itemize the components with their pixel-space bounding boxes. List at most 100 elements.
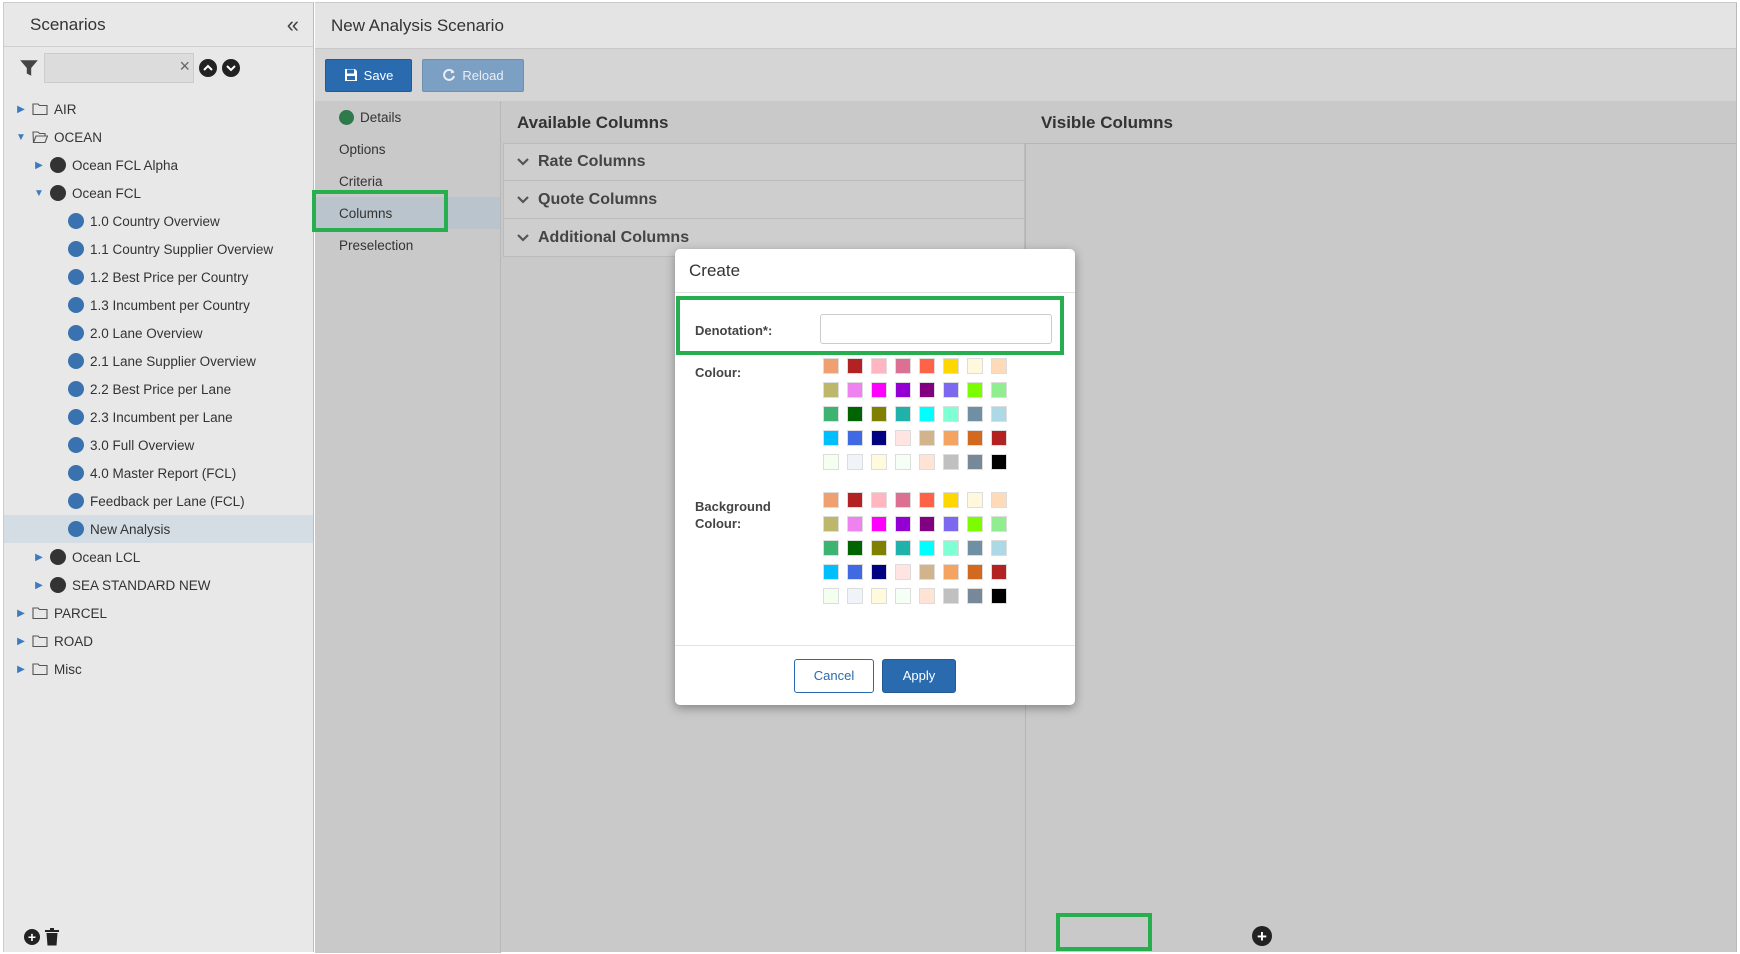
colour-swatch[interactable] [871, 406, 887, 422]
colour-swatch[interactable] [919, 430, 935, 446]
tree-item[interactable]: New Analysis [4, 515, 313, 543]
background-colour-swatch[interactable] [919, 540, 935, 556]
nav-criteria[interactable]: Criteria [315, 165, 500, 197]
caret-right-icon[interactable]: ▶ [14, 606, 28, 620]
colour-swatch[interactable] [871, 358, 887, 374]
background-colour-swatch[interactable] [919, 516, 935, 532]
background-colour-swatch[interactable] [991, 516, 1007, 532]
tree-item[interactable]: 2.1 Lane Supplier Overview [4, 347, 313, 375]
nav-details[interactable]: Details [315, 101, 500, 133]
background-colour-swatch[interactable] [847, 540, 863, 556]
background-colour-swatch[interactable] [991, 540, 1007, 556]
filter-icon[interactable] [18, 57, 40, 79]
background-colour-swatch[interactable] [991, 588, 1007, 604]
nav-columns[interactable]: Columns [315, 197, 500, 229]
tree-item[interactable]: ▶ Ocean LCL [4, 543, 313, 571]
colour-swatch[interactable] [871, 454, 887, 470]
tree-item[interactable]: 2.0 Lane Overview [4, 319, 313, 347]
save-button[interactable]: Save [325, 58, 412, 92]
tree-item[interactable]: ▶ Misc [4, 655, 313, 683]
caret-right-icon[interactable]: ▶ [32, 158, 46, 172]
expand-down-icon[interactable] [222, 59, 240, 77]
tree-item[interactable]: ▶ Ocean FCL Alpha [4, 151, 313, 179]
background-colour-swatch[interactable] [871, 492, 887, 508]
caret-right-icon[interactable]: ▶ [14, 634, 28, 648]
colour-swatch[interactable] [943, 454, 959, 470]
colour-swatch[interactable] [991, 358, 1007, 374]
colour-swatch[interactable] [919, 406, 935, 422]
caret-right-icon[interactable]: ▶ [14, 102, 28, 116]
background-colour-swatch[interactable] [967, 492, 983, 508]
colour-swatch[interactable] [895, 454, 911, 470]
colour-swatch[interactable] [991, 406, 1007, 422]
colour-swatch[interactable] [943, 406, 959, 422]
colour-swatch[interactable] [967, 358, 983, 374]
trash-icon[interactable] [44, 928, 60, 946]
nav-options[interactable]: Options [315, 133, 500, 165]
group-quote-columns[interactable]: Quote Columns [503, 181, 1025, 219]
background-colour-swatch[interactable] [895, 492, 911, 508]
tree-item[interactable]: 1.0 Country Overview [4, 207, 313, 235]
caret-down-icon[interactable]: ▼ [32, 186, 46, 200]
background-colour-swatch[interactable] [967, 564, 983, 580]
apply-button[interactable]: Apply [882, 658, 956, 693]
colour-swatch[interactable] [871, 382, 887, 398]
caret-right-icon[interactable]: ▶ [14, 662, 28, 676]
colour-swatch[interactable] [895, 406, 911, 422]
background-colour-swatch[interactable] [847, 492, 863, 508]
tree-item[interactable]: 1.1 Country Supplier Overview [4, 235, 313, 263]
background-colour-swatch[interactable] [871, 564, 887, 580]
colour-swatch[interactable] [847, 406, 863, 422]
colour-swatch[interactable] [991, 430, 1007, 446]
tree-item[interactable]: ▼ OCEAN [4, 123, 313, 151]
background-colour-swatch[interactable] [847, 516, 863, 532]
add-column-button[interactable]: + [1246, 924, 1278, 948]
background-colour-swatch[interactable] [919, 492, 935, 508]
collapse-double-chevron-icon[interactable]: « [287, 13, 299, 36]
colour-swatch[interactable] [823, 430, 839, 446]
colour-swatch[interactable] [895, 358, 911, 374]
background-colour-swatch[interactable] [991, 492, 1007, 508]
background-colour-swatch[interactable] [823, 564, 839, 580]
colour-swatch[interactable] [919, 382, 935, 398]
colour-swatch[interactable] [967, 430, 983, 446]
denotation-input[interactable] [820, 314, 1052, 344]
background-colour-swatch[interactable] [991, 564, 1007, 580]
filter-input[interactable] [44, 53, 194, 83]
background-colour-swatch[interactable] [967, 540, 983, 556]
tree-item[interactable]: ▶ AIR [4, 95, 313, 123]
colour-swatch[interactable] [823, 358, 839, 374]
group-rate-columns[interactable]: Rate Columns [503, 143, 1025, 181]
tree-item[interactable]: ▼ Ocean FCL [4, 179, 313, 207]
colour-swatch[interactable] [943, 358, 959, 374]
colour-swatch[interactable] [847, 358, 863, 374]
background-colour-swatch[interactable] [823, 588, 839, 604]
tree-item[interactable]: 4.0 Master Report (FCL) [4, 459, 313, 487]
background-colour-swatch[interactable] [847, 588, 863, 604]
background-colour-swatch[interactable] [943, 588, 959, 604]
background-colour-swatch[interactable] [895, 516, 911, 532]
background-colour-swatch[interactable] [895, 564, 911, 580]
colour-swatch[interactable] [943, 382, 959, 398]
background-colour-swatch[interactable] [943, 564, 959, 580]
nav-preselection[interactable]: Preselection [315, 229, 500, 261]
colour-swatch[interactable] [967, 406, 983, 422]
background-colour-swatch[interactable] [943, 540, 959, 556]
expand-up-icon[interactable] [199, 59, 217, 77]
background-colour-swatch[interactable] [871, 540, 887, 556]
tree-item[interactable]: 2.2 Best Price per Lane [4, 375, 313, 403]
background-colour-swatch[interactable] [919, 564, 935, 580]
tree-item[interactable]: Feedback per Lane (FCL) [4, 487, 313, 515]
background-colour-swatch[interactable] [871, 516, 887, 532]
background-colour-swatch[interactable] [967, 516, 983, 532]
colour-swatch[interactable] [823, 454, 839, 470]
tree-item[interactable]: 3.0 Full Overview [4, 431, 313, 459]
colour-swatch[interactable] [847, 454, 863, 470]
reload-button[interactable]: Reload [422, 58, 524, 92]
colour-swatch[interactable] [919, 358, 935, 374]
background-colour-swatch[interactable] [871, 588, 887, 604]
caret-down-icon[interactable]: ▼ [14, 130, 28, 144]
tree-item[interactable]: ▶ PARCEL [4, 599, 313, 627]
colour-swatch[interactable] [895, 430, 911, 446]
colour-swatch[interactable] [991, 382, 1007, 398]
